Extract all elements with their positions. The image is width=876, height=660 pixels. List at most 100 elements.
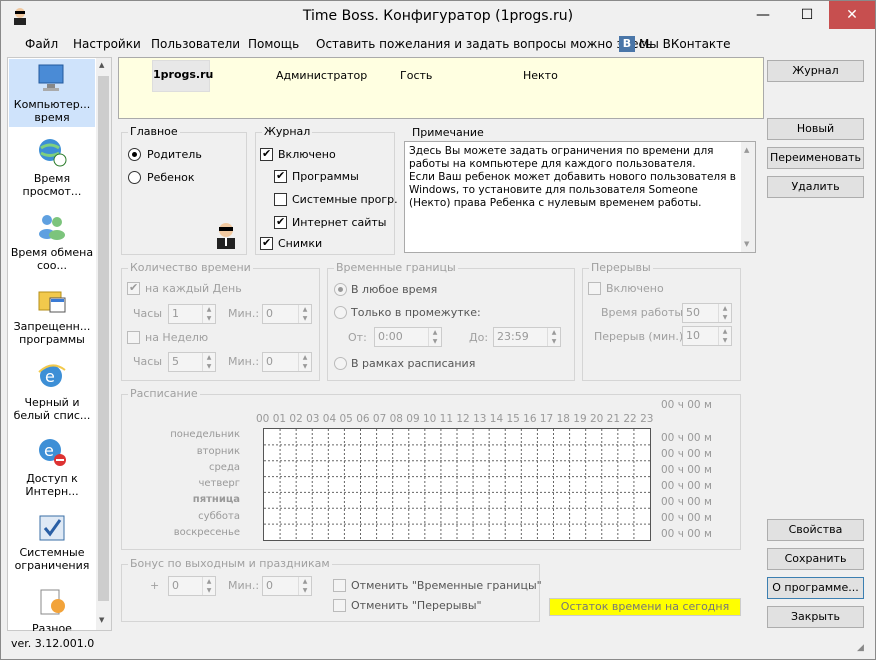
- work-time-value: 50: [686, 306, 700, 319]
- menu-help[interactable]: Помощь: [248, 37, 299, 51]
- spin-arrows-icon[interactable]: ▲ ▼: [202, 353, 215, 371]
- every-day-checkbox[interactable]: [127, 281, 140, 295]
- schedule-title: Расписание: [128, 387, 200, 400]
- only-between-radio[interactable]: [334, 306, 347, 319]
- breaks-enabled-label: Включено: [606, 282, 664, 295]
- week-hours-stepper[interactable]: 5 ▲ ▼: [168, 352, 216, 372]
- close-window-button[interactable]: ✕: [829, 1, 875, 29]
- menu-vk[interactable]: Мы ВКонтакте: [639, 37, 731, 51]
- screenshots-checkbox[interactable]: [260, 236, 273, 250]
- friday-total: 00 ч 00 м: [661, 496, 712, 508]
- menu-feedback[interactable]: Оставить пожелания и задать вопросы можн…: [316, 37, 652, 51]
- spin-arrows-icon[interactable]: ▲ ▼: [298, 577, 311, 595]
- cancel-breaks-label: Отменить "Перерывы": [351, 599, 482, 612]
- sidebar-item-internet-access[interactable]: Доступ к Интерн...: [8, 472, 96, 498]
- child-radio[interactable]: [128, 171, 141, 184]
- any-time-radio[interactable]: [334, 283, 347, 296]
- spin-arrows-icon[interactable]: ▲ ▼: [547, 328, 560, 346]
- scrollbar-thumb[interactable]: [98, 76, 109, 601]
- day-hours-stepper[interactable]: 1 ▲ ▼: [168, 304, 216, 324]
- title-bar: Time Boss. Конфигуратор (1progs.ru) — ☐ …: [1, 1, 875, 33]
- scroll-up-icon[interactable]: ▲: [99, 61, 104, 69]
- note-scroll-down-icon[interactable]: ▼: [744, 238, 749, 251]
- properties-button[interactable]: Свойства: [767, 519, 864, 541]
- parent-radio[interactable]: [128, 148, 141, 161]
- cancel-breaks-checkbox[interactable]: [333, 599, 346, 612]
- user-item-someone[interactable]: Некто: [523, 69, 558, 82]
- break-time-stepper[interactable]: 10 ▲ ▼: [682, 326, 732, 346]
- child-label: Ребенок: [147, 171, 195, 184]
- schedule-radio[interactable]: [334, 357, 347, 370]
- sidebar-item-computer-time[interactable]: Компьютер... время: [8, 98, 96, 124]
- note-title: Примечание: [410, 126, 486, 139]
- journal-button[interactable]: Журнал: [767, 60, 864, 82]
- sidebar-item-forbidden-programs[interactable]: Запрещенн... программы: [8, 320, 96, 346]
- close-button[interactable]: Закрыть: [767, 606, 864, 628]
- programs-label: Программы: [292, 170, 359, 183]
- bonus-title: Бонус по выходным и праздникам: [128, 557, 332, 570]
- cancel-bounds-checkbox[interactable]: [333, 579, 346, 592]
- spin-arrows-icon[interactable]: ▲ ▼: [298, 305, 311, 323]
- from-time-stepper[interactable]: 0:00 ▲ ▼: [374, 327, 442, 347]
- bonus-minutes-stepper[interactable]: 0 ▲ ▼: [262, 576, 312, 596]
- system-progs-checkbox[interactable]: [274, 193, 287, 206]
- time-amount-group: Количество времени на каждый День Часы 1…: [121, 261, 320, 381]
- breaks-enabled-checkbox[interactable]: [588, 282, 601, 295]
- about-button[interactable]: О программе...: [767, 577, 864, 599]
- save-button[interactable]: Сохранить: [767, 548, 864, 570]
- menu-users[interactable]: Пользователи: [151, 37, 240, 51]
- spin-arrows-icon[interactable]: ▲ ▼: [202, 577, 215, 595]
- ie-list-icon: e: [38, 364, 66, 387]
- week-hours-value: 5: [172, 355, 179, 368]
- main-group: Главное Родитель Ребенок: [121, 125, 247, 255]
- main-group-title: Главное: [128, 125, 180, 138]
- per-week-checkbox[interactable]: [127, 331, 140, 344]
- work-time-stepper[interactable]: 50 ▲ ▼: [682, 303, 732, 323]
- sidebar-scrollbar[interactable]: ▲ ▼: [96, 58, 111, 630]
- scroll-down-icon[interactable]: ▼: [99, 616, 104, 624]
- programs-checkbox[interactable]: [274, 169, 287, 183]
- bonus-group: Бонус по выходным и праздникам + 0 ▲ ▼ Мин…: [121, 557, 542, 622]
- day-hours-value: 1: [172, 307, 179, 320]
- work-time-label: Время работы: [601, 306, 684, 319]
- rename-button[interactable]: Переименовать: [767, 147, 864, 169]
- sidebar-item-messenger-time[interactable]: Время обмена соо...: [8, 246, 96, 272]
- new-user-button[interactable]: Новый: [767, 118, 864, 140]
- maximize-button[interactable]: ☐: [785, 1, 829, 29]
- sidebar-item-system-restrictions[interactable]: Системные ограничения: [8, 546, 96, 572]
- user-item-guest[interactable]: Гость: [400, 69, 432, 82]
- note-scrollbar[interactable]: ▲ ▼: [741, 142, 755, 252]
- messenger-icon: [39, 215, 65, 240]
- menu-file[interactable]: Файл: [25, 37, 58, 51]
- time-bounds-title: Временные границы: [334, 261, 458, 274]
- day-minutes-stepper[interactable]: 0 ▲ ▼: [262, 304, 312, 324]
- journal-enabled-label: Включено: [278, 148, 336, 161]
- resize-grip-icon[interactable]: ◢: [857, 643, 864, 653]
- journal-group: Журнал Включено Программы Системные прог…: [255, 125, 398, 255]
- spin-arrows-icon[interactable]: ▲ ▼: [428, 328, 441, 346]
- internet-sites-label: Интернет сайты: [292, 216, 387, 229]
- menu-settings[interactable]: Настройки: [73, 37, 141, 51]
- user-item-admin[interactable]: Администратор: [276, 69, 367, 82]
- spin-arrows-icon[interactable]: ▲ ▼: [298, 353, 311, 371]
- spin-arrows-icon[interactable]: ▲ ▼: [718, 304, 731, 322]
- sidebar-item-black-white-list[interactable]: Черный и белый спис...: [8, 396, 96, 422]
- to-time-stepper[interactable]: 23:59 ▲ ▼: [493, 327, 561, 347]
- vk-icon: В: [619, 36, 635, 52]
- note-text: Здесь Вы можете задать ограничения по вр…: [404, 141, 756, 253]
- minimize-button[interactable]: —: [741, 1, 785, 29]
- delete-button[interactable]: Удалить: [767, 176, 864, 198]
- week-minutes-stepper[interactable]: 0 ▲ ▼: [262, 352, 312, 372]
- sidebar-item-browse-time[interactable]: Время просмот...: [8, 172, 96, 198]
- cancel-bounds-label: Отменить "Временные границы": [351, 579, 542, 592]
- user-item-1progs[interactable]: 1progs.ru: [152, 60, 213, 92]
- internet-sites-checkbox[interactable]: [274, 215, 287, 229]
- schedule-grid[interactable]: [263, 428, 651, 541]
- bonus-hours-stepper[interactable]: 0 ▲ ▼: [168, 576, 216, 596]
- day-sunday: воскресенье: [173, 527, 240, 538]
- note-scroll-up-icon[interactable]: ▲: [744, 144, 749, 157]
- week-hours-label: Часы: [133, 355, 163, 368]
- spin-arrows-icon[interactable]: ▲ ▼: [718, 327, 731, 345]
- spin-arrows-icon[interactable]: ▲ ▼: [202, 305, 215, 323]
- journal-enabled-checkbox[interactable]: [260, 147, 273, 161]
